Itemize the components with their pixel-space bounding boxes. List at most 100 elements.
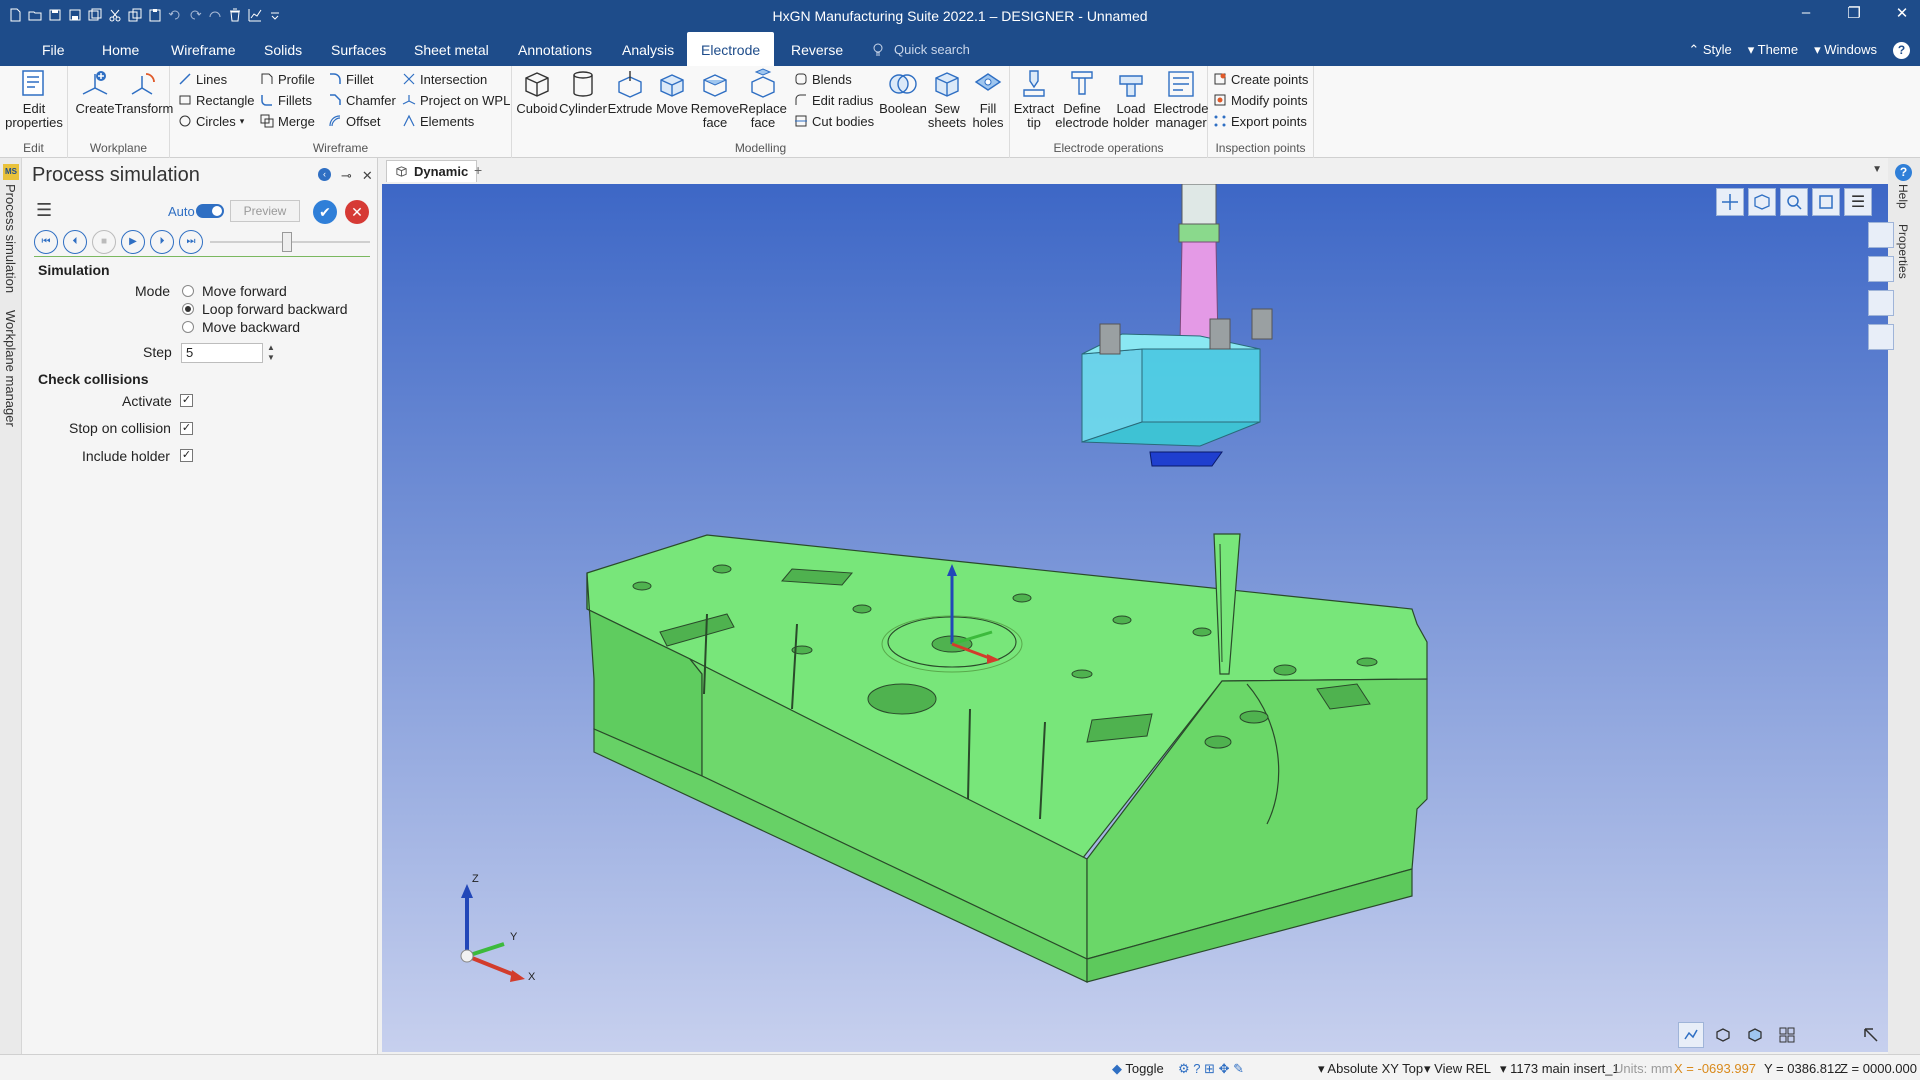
cylinder-view-icon[interactable] [1868, 222, 1894, 248]
zoom-all-icon[interactable] [1716, 188, 1744, 216]
tab-reverse[interactable]: Reverse [777, 32, 857, 66]
circles-dropdown-icon[interactable]: ▾ [240, 116, 245, 127]
profile-button[interactable]: Profile [260, 70, 315, 88]
define-electrode-button[interactable]: Define electrode [1055, 68, 1109, 130]
close-button[interactable]: ✕ [1892, 4, 1912, 22]
mode-radio-loop[interactable]: Loop forward backward [182, 301, 348, 317]
confirm-button[interactable]: ✔ [313, 200, 337, 224]
extrude-button[interactable]: Extrude [607, 68, 653, 116]
fillets-button[interactable]: Fillets [260, 91, 312, 109]
shaded-view-icon[interactable] [1710, 1022, 1736, 1048]
tab-sheet-metal[interactable]: Sheet metal [400, 32, 503, 66]
snap-icons[interactable]: ⚙ ? ⊞ ✥ ✎ [1178, 1061, 1244, 1077]
render-mode-icon[interactable] [1678, 1022, 1704, 1048]
cancel-button[interactable]: ✕ [345, 200, 369, 224]
transform-workplane-button[interactable]: Transform [115, 68, 173, 116]
elements-button[interactable]: Elements [402, 112, 474, 130]
tab-workplane-manager[interactable]: Workplane manager [3, 310, 18, 427]
activate-checkbox[interactable]: ✓ [180, 394, 193, 407]
help-circle-icon[interactable]: ? [1895, 164, 1912, 181]
toggle-status[interactable]: ◆ Toggle [1112, 1061, 1164, 1077]
export-points-button[interactable]: Export points [1213, 112, 1307, 130]
timeline-slider-handle[interactable] [282, 232, 292, 252]
panel-menu-icon[interactable]: ☰ [36, 200, 52, 221]
stop-on-collision-checkbox[interactable]: ✓ [180, 422, 193, 435]
coord-system-status[interactable]: ▾ Absolute XY Top [1318, 1061, 1423, 1077]
help-icon[interactable]: ? [1893, 42, 1910, 59]
cuboid-button[interactable]: Cuboid [515, 68, 559, 116]
view-menu-icon[interactable]: ☰ [1844, 188, 1872, 216]
mode-radio-backward[interactable]: Move backward [182, 319, 300, 335]
add-tab-button[interactable]: + [474, 162, 482, 178]
windows-menu[interactable]: ▾ Windows [1814, 42, 1877, 59]
edit-properties-button[interactable]: Edit properties [4, 68, 64, 130]
blends-button[interactable]: Blends [794, 70, 852, 88]
merge-button[interactable]: Merge [260, 112, 315, 130]
stop-button[interactable]: ■ [92, 230, 116, 254]
help-tab[interactable]: Help [1896, 184, 1910, 209]
extract-tip-button[interactable]: Extract tip [1012, 68, 1056, 130]
replace-face-button[interactable]: Replace face [739, 68, 787, 130]
create-points-button[interactable]: Create points [1213, 70, 1308, 88]
auto-toggle[interactable] [196, 204, 224, 218]
tab-home[interactable]: Home [88, 32, 153, 66]
wire-view-icon[interactable] [1742, 1022, 1768, 1048]
cylinder-button[interactable]: Cylinder [559, 68, 607, 116]
modify-points-button[interactable]: Modify points [1213, 91, 1308, 109]
include-holder-checkbox[interactable]: ✓ [180, 449, 193, 462]
step-spinner[interactable]: ▲ ▼ [264, 343, 278, 363]
element-status[interactable]: ▾ 1173 main insert_1 [1500, 1061, 1620, 1077]
remove-face-button[interactable]: Remove face [691, 68, 739, 130]
tabs-dropdown-icon[interactable]: ▼ [1872, 164, 1882, 175]
tab-analysis[interactable]: Analysis [608, 32, 688, 66]
tab-electrode[interactable]: Electrode [687, 32, 775, 66]
edit-radius-button[interactable]: Edit radius [794, 91, 873, 109]
timeline-slider[interactable] [210, 232, 370, 252]
close-panel-icon[interactable]: ✕ [362, 168, 373, 184]
3d-viewport[interactable]: Z Y X ☰ [382, 184, 1888, 1052]
step-input[interactable]: 5 [181, 343, 263, 363]
circles-button[interactable]: Circles ▾ [178, 112, 244, 130]
load-holder-button[interactable]: Load holder [1108, 68, 1154, 130]
cut-bodies-button[interactable]: Cut bodies [794, 112, 874, 130]
rectangle-button[interactable]: Rectangle [178, 91, 255, 109]
view-status[interactable]: ▾ View REL [1424, 1061, 1491, 1077]
first-frame-button[interactable]: ⏮ [34, 230, 58, 254]
tab-dynamic[interactable]: Dynamic [386, 160, 478, 182]
view-orientation-icon[interactable] [1748, 188, 1776, 216]
play-button[interactable]: ▶ [121, 230, 145, 254]
tab-surfaces[interactable]: Surfaces [317, 32, 400, 66]
move-button[interactable]: Move [653, 68, 691, 116]
visibility-icon[interactable] [1868, 290, 1894, 316]
pin-icon[interactable]: ⊸ [341, 168, 352, 184]
properties-tab[interactable]: Properties [1896, 224, 1910, 279]
back-icon[interactable]: ‹ [318, 168, 331, 181]
offset-button[interactable]: Offset [328, 112, 380, 130]
tab-file[interactable]: File [28, 32, 79, 66]
viewport-canvas[interactable]: Z Y X [382, 184, 1888, 1052]
restore-button[interactable]: ❐ [1844, 4, 1864, 22]
intersection-button[interactable]: Intersection [402, 70, 487, 88]
tab-process-simulation[interactable]: Process simulation [3, 184, 18, 293]
sew-sheets-button[interactable]: Sew sheets [926, 68, 968, 130]
fill-holes-button[interactable]: Fill holes [968, 68, 1008, 130]
preview-button[interactable]: Preview [230, 200, 300, 222]
hide-icon[interactable] [1868, 324, 1894, 350]
lines-button[interactable]: Lines [178, 70, 227, 88]
previous-frame-button[interactable]: ⏴ [63, 230, 87, 254]
select-cursor-icon[interactable] [1858, 1022, 1884, 1048]
mode-radio-forward[interactable]: Move forward [182, 283, 287, 299]
section-view-icon[interactable] [1868, 256, 1894, 282]
project-on-wpl-button[interactable]: Project on WPL [402, 91, 510, 109]
tab-solids[interactable]: Solids [250, 32, 316, 66]
theme-menu[interactable]: ▾ Theme [1748, 42, 1798, 59]
tab-wireframe[interactable]: Wireframe [157, 32, 250, 66]
fit-view-icon[interactable] [1812, 188, 1840, 216]
layout-grid-icon[interactable] [1774, 1022, 1800, 1048]
style-menu[interactable]: ⌃ Style [1688, 42, 1731, 59]
tab-annotations[interactable]: Annotations [504, 32, 606, 66]
electrode-manager-button[interactable]: Electrode manager [1154, 68, 1208, 130]
last-frame-button[interactable]: ⏭ [179, 230, 203, 254]
fillet-button[interactable]: Fillet [328, 70, 373, 88]
zoom-window-icon[interactable] [1780, 188, 1808, 216]
